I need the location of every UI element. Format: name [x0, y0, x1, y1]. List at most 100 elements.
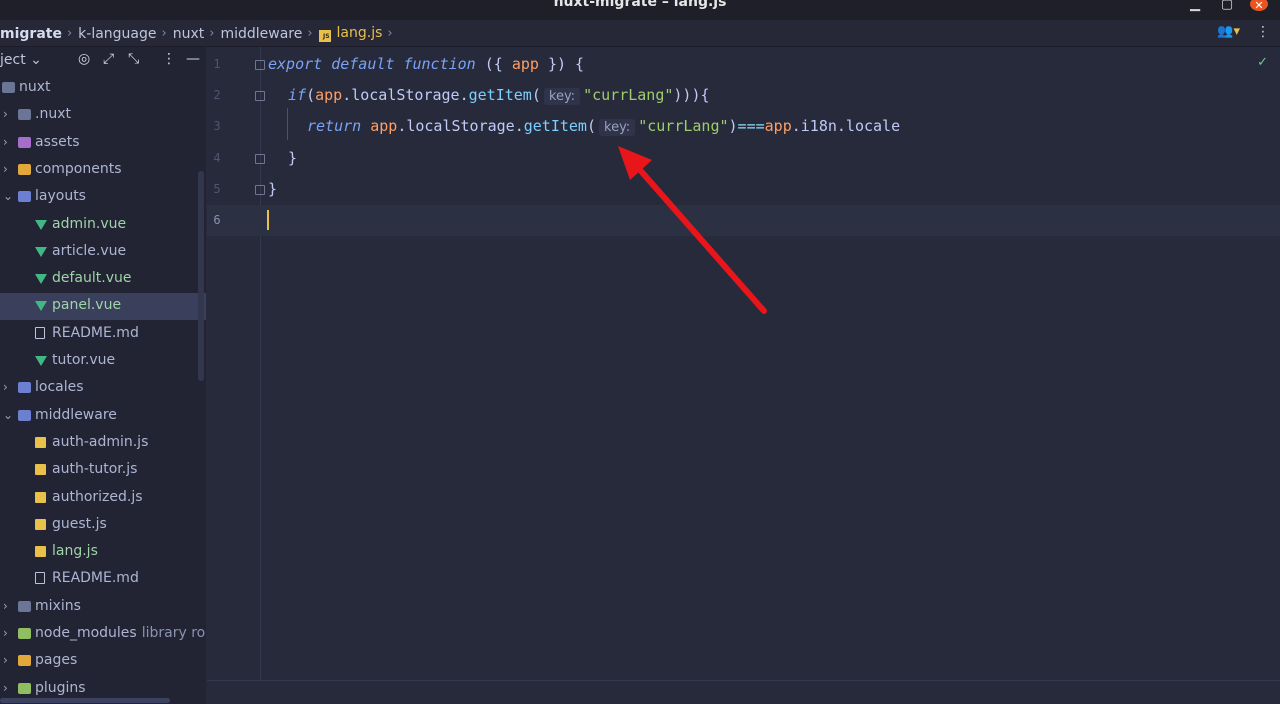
breadcrumb-item[interactable]: middleware	[220, 26, 302, 42]
code-line[interactable]: 6	[207, 205, 1280, 236]
tree-item-text: middleware	[35, 406, 117, 423]
code-line[interactable]: 1 export default function ({ app }) {	[207, 49, 1280, 80]
chevron-right-icon[interactable]: ›	[3, 653, 13, 667]
code-line[interactable]: 3 return app.localStorage.getItem(key: "cu…	[207, 111, 1280, 142]
chevron-down-icon[interactable]: ⌄	[3, 408, 13, 422]
tree-item[interactable]: article.vue	[0, 239, 206, 266]
chevron-right-icon[interactable]: ›	[3, 107, 13, 121]
tree-item[interactable]: auth-admin.js	[0, 430, 206, 457]
tree-item[interactable]: › node_moduleslibrary roo	[0, 621, 206, 648]
tree-item[interactable]: tutor.vue	[0, 348, 206, 375]
tree-item-text: node_modules	[35, 625, 137, 641]
fold-marker-icon[interactable]	[255, 153, 265, 164]
tree-item[interactable]: › .nuxt	[0, 102, 206, 129]
chevron-right-icon[interactable]: ›	[3, 380, 13, 394]
users-icon[interactable]: 👥▾	[1217, 24, 1240, 40]
sidebar-scrollbar[interactable]	[198, 171, 204, 381]
code-line[interactable]: 2 if(app.localStorage.getItem(key: "currLa…	[207, 80, 1280, 111]
tree-item[interactable]: ⌄ layouts	[0, 184, 206, 211]
tree-item[interactable]: authorized.js	[0, 485, 206, 512]
tree-item-text: guest.js	[52, 515, 107, 532]
tree-item[interactable]: auth-tutor.js	[0, 457, 206, 484]
fold-marker-icon[interactable]	[255, 60, 265, 70]
tree-item[interactable]: nuxt	[0, 75, 206, 102]
vue-file-icon	[35, 246, 47, 257]
expand-all-icon[interactable]: ⤢	[103, 51, 114, 67]
tree-item-label: admin.vue	[52, 216, 126, 232]
breadcrumb-label: migrate	[0, 25, 62, 42]
editor-bottom-bar	[207, 680, 1280, 704]
js-file-icon	[35, 518, 46, 530]
chevron-down-icon[interactable]: ⌄	[3, 189, 13, 203]
locate-icon[interactable]: ◎	[78, 51, 90, 67]
title-bar: nuxt-migrate – lang.js ▁ ▢ ✕	[0, 0, 1280, 20]
chevron-right-icon[interactable]: ›	[3, 626, 13, 640]
code-token: }	[268, 179, 278, 198]
tree-item[interactable]: ⌄ middleware	[0, 403, 206, 430]
navigation-bar: migrate › k-language › nuxt › middleware › JS lan…	[0, 20, 1280, 47]
tree-item[interactable]: default.vue	[0, 266, 206, 293]
code-token: app	[511, 55, 539, 73]
options-icon[interactable]: ⋮	[162, 51, 176, 67]
inspection-ok-icon[interactable]: ✓	[1257, 55, 1268, 70]
maximize-button[interactable]: ▢	[1218, 0, 1236, 14]
tree-item[interactable]: panel.vue	[0, 293, 206, 321]
project-sidebar: ject ⌄ ◎ ⤢ ⤡ ⋮ — nuxt › .nuxt › assets › compo…	[0, 47, 206, 704]
indent-guide	[287, 108, 288, 140]
tree-item[interactable]: › mixins	[0, 594, 206, 621]
tree-item-label: locales	[35, 379, 84, 395]
tree-item-text: auth-tutor.js	[52, 461, 138, 478]
tree-item-text: lang.js	[52, 543, 98, 560]
code-line[interactable]: 4}	[207, 143, 1280, 174]
breadcrumb-item[interactable]: k-language	[78, 26, 156, 42]
breadcrumb-item[interactable]: migrate	[0, 26, 62, 42]
chevron-right-icon[interactable]: ›	[3, 681, 13, 695]
tree-item-label: assets	[35, 134, 80, 150]
hide-panel-icon[interactable]: —	[186, 51, 200, 67]
tree-item[interactable]: lang.js	[0, 539, 206, 566]
breadcrumb-item[interactable]: JS lang.js	[318, 25, 382, 42]
fold-marker-icon[interactable]	[255, 91, 265, 102]
js-file-icon: JS	[318, 30, 331, 42]
tree-item[interactable]: guest.js	[0, 512, 206, 539]
tree-item-label: auth-tutor.js	[52, 461, 137, 477]
tree-item-text: components	[35, 160, 122, 177]
sidebar-horizontal-scrollbar[interactable]	[0, 698, 170, 703]
tree-item[interactable]: admin.vue	[0, 212, 206, 239]
chevron-right-icon[interactable]: ›	[3, 599, 13, 613]
chevron-right-icon[interactable]: ›	[3, 135, 13, 149]
code-token: ===	[737, 117, 765, 136]
collapse-all-icon[interactable]: ⤡	[128, 51, 139, 67]
tree-item[interactable]: › components	[0, 157, 206, 184]
tree-item[interactable]: › pages	[0, 648, 206, 675]
tree-item-label: node_moduleslibrary roo	[35, 625, 206, 641]
line-number: 2	[213, 88, 221, 103]
tree-item-label: lang.js	[52, 543, 98, 559]
line-number: 3	[213, 119, 221, 134]
tree-item-text: mixins	[35, 597, 81, 614]
code-token: if	[288, 86, 307, 105]
more-icon[interactable]: ⋮	[1256, 24, 1270, 40]
tree-item[interactable]: README.md	[0, 321, 206, 348]
minimize-button[interactable]: ▁	[1186, 0, 1204, 14]
line-number: 1	[213, 57, 221, 71]
code-token: "currLang"	[583, 86, 674, 105]
fold-marker-icon[interactable]	[255, 184, 265, 195]
tree-item-label: auth-admin.js	[52, 434, 148, 450]
code-token: .localStorage.	[397, 117, 524, 136]
breadcrumb-item[interactable]: nuxt	[173, 26, 205, 42]
code-token: (	[531, 86, 541, 105]
parameter-hint: key:	[543, 88, 581, 106]
project-view-selector[interactable]: ject ⌄	[0, 52, 42, 68]
code-line[interactable]: 5}	[207, 174, 1280, 205]
parameter-hint: key:	[599, 119, 636, 137]
tree-item[interactable]: README.md	[0, 566, 206, 593]
code-editor[interactable]: 1 export default function ({ app }) { 2 if (…	[207, 47, 1280, 680]
tree-item-text: admin.vue	[52, 215, 127, 232]
breadcrumb-label: middleware	[220, 25, 303, 42]
tree-item[interactable]: › assets	[0, 130, 206, 157]
md-file-icon	[35, 326, 45, 339]
tree-item-annotation: library roo	[141, 625, 206, 641]
tree-item[interactable]: › locales	[0, 375, 206, 402]
chevron-right-icon[interactable]: ›	[3, 162, 13, 176]
